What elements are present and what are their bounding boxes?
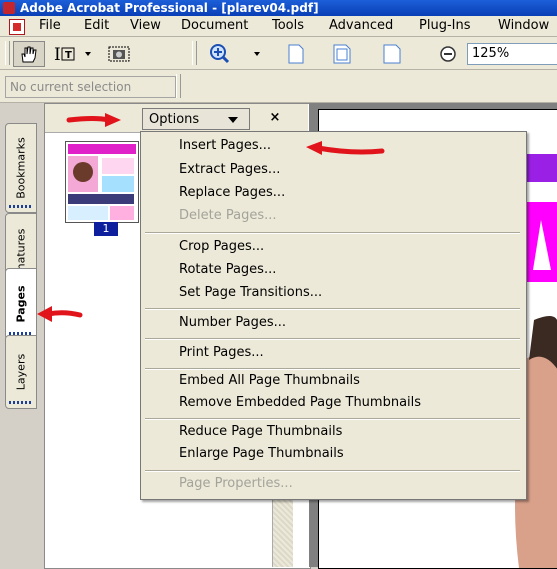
menu-bar: File Edit View Document Tools Advanced P… (0, 16, 557, 37)
menu-separator (145, 232, 520, 234)
page-icon (288, 44, 304, 64)
menu-embed-all-thumbnails[interactable]: Embed All Page Thumbnails (179, 370, 360, 392)
page-thumbnail-image (66, 142, 138, 222)
toolbar-grip[interactable] (176, 74, 181, 98)
tab-bookmarks[interactable]: Bookmarks (5, 123, 37, 213)
menu-view[interactable]: View (130, 18, 161, 34)
menu-reduce-thumbnails[interactable]: Reduce Page Thumbnails (179, 421, 342, 443)
tab-grip (9, 401, 31, 404)
fit-page-icon (333, 44, 351, 64)
menu-file[interactable]: File (39, 18, 61, 34)
tab-pages[interactable]: Pages (5, 268, 37, 340)
menu-separator (145, 308, 520, 310)
zoom-out-button[interactable] (434, 41, 462, 67)
menu-number-pages[interactable]: Number Pages... (179, 312, 286, 334)
fit-page-button[interactable] (328, 41, 356, 67)
snapshot-tool-button[interactable] (103, 41, 135, 67)
menu-insert-pages[interactable]: Insert Pages... (179, 135, 271, 157)
options-label: Options (149, 112, 200, 127)
text-select-icon: I T (54, 45, 91, 65)
hand-tool-button[interactable] (13, 41, 45, 67)
current-selection-field: No current selection (5, 76, 176, 98)
fit-width-button[interactable] (378, 41, 406, 67)
main-toolbar: I T 125% (0, 37, 557, 70)
menu-plugins[interactable]: Plug-Ins (419, 18, 470, 34)
svg-text:T: T (65, 50, 72, 61)
hand-icon (21, 46, 37, 63)
annotation-arrow-options (66, 113, 121, 127)
menu-rotate-pages[interactable]: Rotate Pages... (179, 259, 276, 281)
chevron-down-icon (228, 117, 238, 123)
toolbar-grip[interactable] (5, 41, 10, 65)
tab-grip (9, 205, 31, 208)
acrobat-app-icon (3, 2, 15, 14)
zoom-level-input[interactable]: 125% (467, 43, 557, 65)
menu-document[interactable]: Document (181, 18, 248, 34)
annotation-arrow-insert (306, 141, 385, 155)
menu-page-properties: Page Properties... (179, 476, 293, 491)
close-panel-button[interactable]: × (265, 108, 285, 128)
tab-layers[interactable]: Layers (5, 335, 37, 409)
title-bar: Adobe Acrobat Professional - [plarev04.p… (0, 0, 557, 16)
menu-crop-pages[interactable]: Crop Pages... (179, 236, 264, 258)
svg-text:I: I (54, 45, 61, 65)
window-title: Adobe Acrobat Professional - [plarev04.p… (20, 1, 319, 15)
select-text-tool-button[interactable]: I T (50, 41, 100, 67)
menu-advanced[interactable]: Advanced (329, 18, 393, 34)
menu-remove-embedded-thumbnails[interactable]: Remove Embedded Page Thumbnails (179, 392, 421, 414)
menu-window[interactable]: Window (498, 18, 549, 34)
menu-extract-pages[interactable]: Extract Pages... (179, 159, 280, 181)
menu-delete-pages: Delete Pages... (179, 208, 277, 223)
document-menu-icon[interactable] (9, 19, 25, 35)
menu-edit[interactable]: Edit (84, 18, 109, 34)
toolbar-grip[interactable] (192, 41, 197, 65)
menu-separator (145, 338, 520, 340)
page-number-badge: 1 (94, 222, 118, 236)
fit-width-icon (383, 44, 401, 64)
menu-separator (145, 418, 520, 420)
annotation-arrow-pages (37, 306, 83, 322)
menu-set-page-transitions[interactable]: Set Page Transitions... (179, 282, 322, 304)
actual-size-button[interactable] (282, 41, 310, 67)
menu-replace-pages[interactable]: Replace Pages... (179, 182, 285, 204)
navigation-tabs: Bookmarks Signatures Pages Layers (0, 103, 45, 567)
options-dropdown-menu: Insert Pages... Extract Pages... Replace… (140, 131, 527, 500)
menu-separator (145, 470, 520, 472)
options-button[interactable]: Options (142, 108, 250, 130)
properties-toolbar: No current selection (0, 70, 557, 103)
zoom-in-tool-button[interactable] (205, 41, 267, 67)
zoom-out-icon (440, 46, 456, 62)
menu-tools[interactable]: Tools (272, 18, 304, 34)
zoom-in-icon (210, 44, 260, 64)
menu-enlarge-thumbnails[interactable]: Enlarge Page Thumbnails (179, 443, 344, 465)
page-thumbnail[interactable] (65, 141, 139, 223)
menu-print-pages[interactable]: Print Pages... (179, 342, 264, 364)
camera-icon (108, 46, 130, 62)
